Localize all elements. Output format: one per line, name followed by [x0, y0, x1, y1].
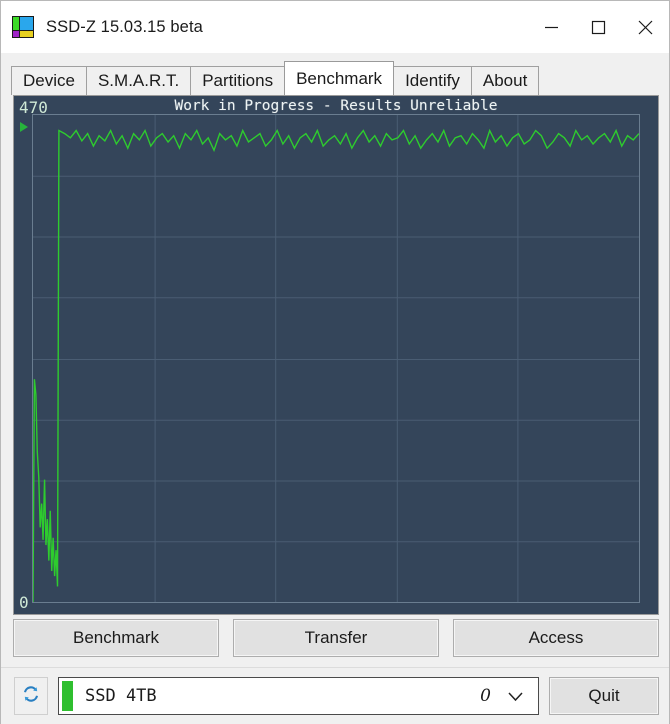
- tab-strip: Device S.M.A.R.T. Partitions Benchmark I…: [11, 61, 540, 95]
- chart-gridlines: [33, 115, 639, 602]
- tab-device[interactable]: Device: [11, 66, 87, 95]
- drive-index-label: 0: [480, 686, 491, 706]
- maximize-button[interactable]: [575, 1, 622, 53]
- tab-label: Identify: [405, 71, 460, 90]
- benchmark-button[interactable]: Benchmark: [13, 619, 219, 657]
- tab-label: Partitions: [202, 71, 274, 90]
- tab-about[interactable]: About: [470, 66, 540, 95]
- refresh-icon: [22, 685, 40, 708]
- minimize-button[interactable]: [528, 1, 575, 53]
- benchmark-button-label: Benchmark: [73, 628, 159, 647]
- window-controls: [528, 1, 669, 53]
- tab-label: S.M.A.R.T.: [97, 71, 180, 90]
- tab-label: About: [482, 71, 528, 90]
- current-value-marker-icon: [20, 122, 28, 132]
- ssd-z-window: SSD-Z 15.03.15 beta Device S.M.A.R.T. Pa…: [0, 0, 670, 724]
- title-bar: SSD-Z 15.03.15 beta: [1, 1, 669, 53]
- access-button[interactable]: Access: [453, 619, 659, 657]
- chevron-down-icon[interactable]: [507, 691, 524, 702]
- tab-label: Device: [23, 71, 75, 90]
- drive-name-label: SSD 4TB: [85, 686, 157, 706]
- ssd-z-logo-icon: [12, 16, 34, 38]
- benchmark-actions: Benchmark Transfer Access: [13, 617, 659, 659]
- quit-button[interactable]: Quit: [549, 677, 659, 715]
- chart-plot-area: [32, 114, 640, 603]
- tab-label: Benchmark: [296, 68, 383, 88]
- tab-identify[interactable]: Identify: [393, 66, 472, 95]
- tab-partitions[interactable]: Partitions: [190, 66, 286, 95]
- benchmark-chart-panel: Work in Progress - Results Unreliable 47…: [13, 95, 659, 615]
- chart-series-line: [33, 128, 639, 602]
- transfer-button[interactable]: Transfer: [233, 619, 439, 657]
- tab-benchmark[interactable]: Benchmark: [284, 61, 395, 95]
- refresh-button[interactable]: [14, 677, 48, 715]
- access-button-label: Access: [528, 628, 584, 647]
- drive-select[interactable]: SSD 4TB 0: [58, 677, 539, 715]
- quit-button-label: Quit: [588, 686, 620, 705]
- chart-title: Work in Progress - Results Unreliable: [174, 98, 498, 114]
- transfer-button-label: Transfer: [304, 628, 368, 647]
- drive-color-swatch: [62, 681, 73, 711]
- close-button[interactable]: [622, 1, 669, 53]
- chart-svg: [33, 115, 639, 602]
- y-axis-min-label: 0: [19, 593, 29, 612]
- window-title: SSD-Z 15.03.15 beta: [46, 17, 203, 36]
- tab-smart[interactable]: S.M.A.R.T.: [85, 66, 192, 95]
